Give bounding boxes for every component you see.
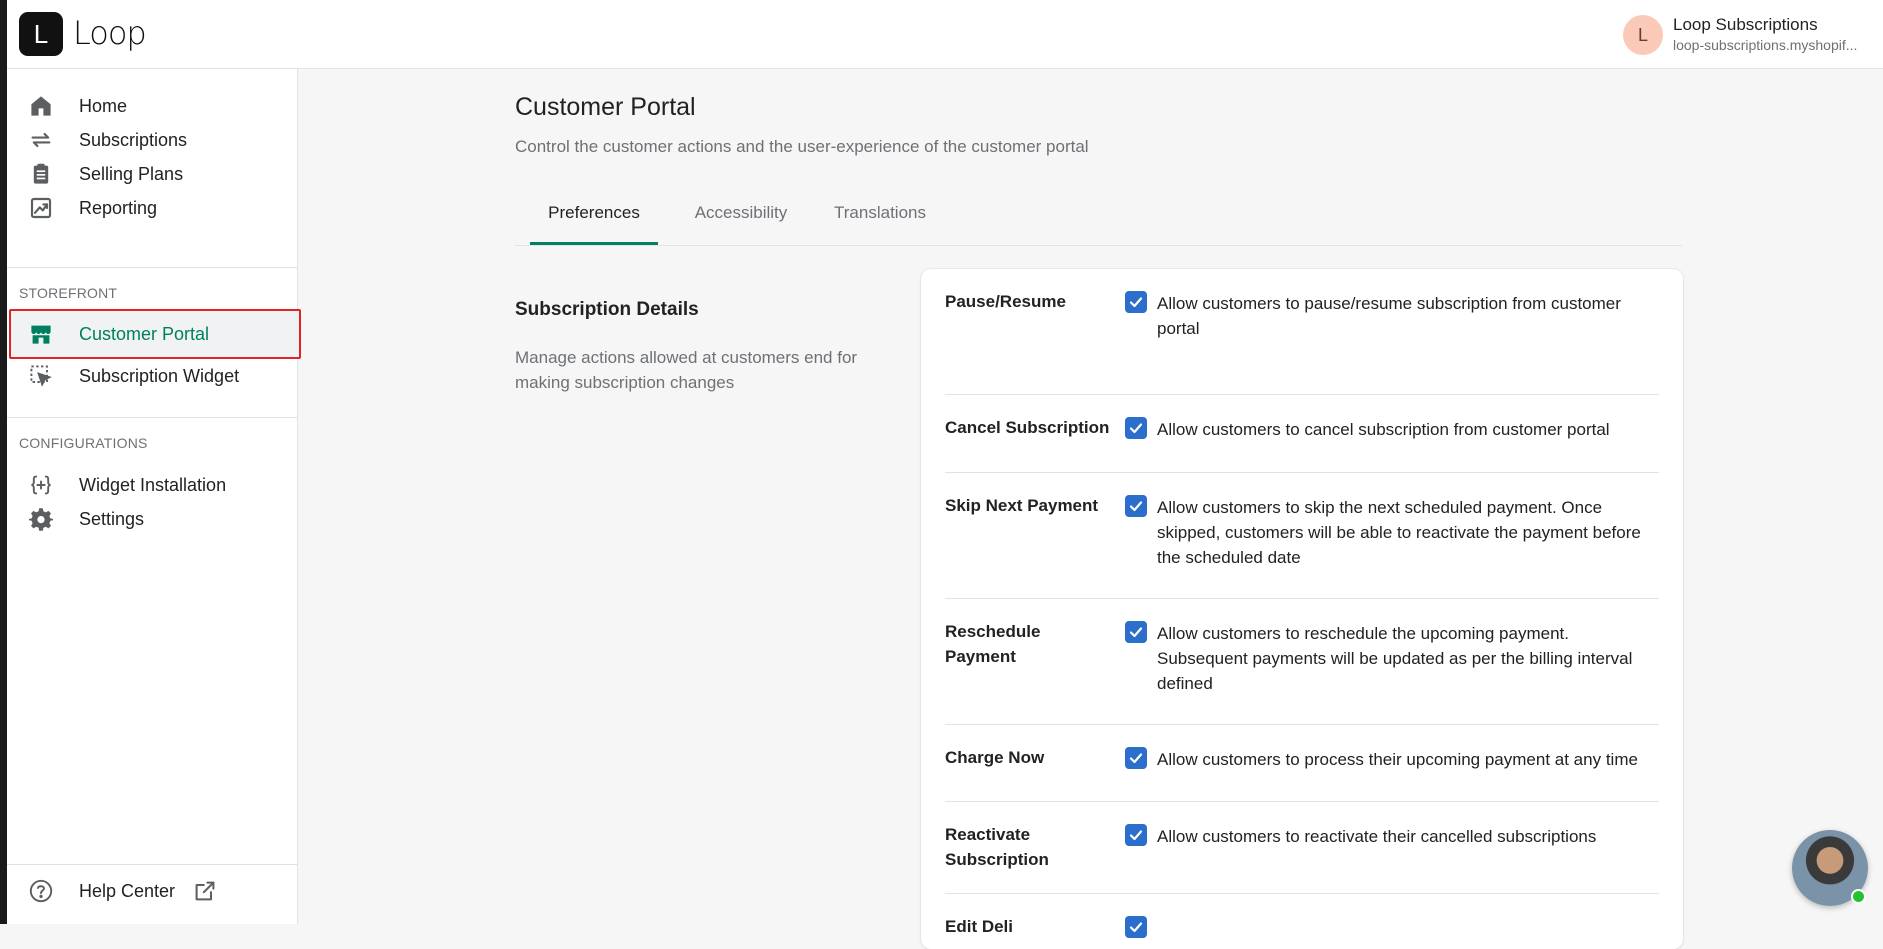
clipboard-icon — [27, 160, 55, 188]
widget-icon — [27, 362, 55, 390]
sidebar-divider — [7, 417, 297, 418]
reactivate-subscription-checkbox[interactable] — [1125, 824, 1147, 846]
logo-icon: L — [19, 12, 63, 56]
store-domain: loop-subscriptions.myshopif... — [1673, 37, 1858, 53]
sidebar-item-selling-plans[interactable]: Selling Plans — [11, 155, 297, 193]
reschedule-payment-checkbox[interactable] — [1125, 621, 1147, 643]
setting-description: Allow customers to reschedule the upcomi… — [1157, 624, 1633, 693]
tab-preferences[interactable]: Preferences — [530, 187, 658, 245]
setting-row-pause-resume: Pause/Resume Allow customers to pause/re… — [945, 269, 1659, 395]
setting-label: Charge Now — [945, 748, 1045, 767]
sidebar-item-home[interactable]: Home — [11, 87, 297, 125]
store-avatar: L — [1623, 15, 1663, 55]
tab-translations[interactable]: Translations — [825, 187, 935, 244]
section-description: Manage actions allowed at customers end … — [515, 348, 858, 392]
check-icon — [1129, 423, 1143, 434]
configurations-section-title: CONFIGURATIONS — [19, 435, 148, 451]
sidebar-item-subscription-widget[interactable]: Subscription Widget — [11, 357, 297, 395]
setting-description: Allow customers to skip the next schedul… — [1157, 498, 1641, 567]
sidebar-item-label: Home — [79, 95, 128, 116]
sidebar-item-customer-portal[interactable]: Customer Portal — [11, 315, 297, 353]
setting-description: Allow customers to process their upcomin… — [1157, 750, 1638, 769]
pause-resume-checkbox[interactable] — [1125, 291, 1147, 313]
top-bar: L Loop L Loop Subscriptions loop-subscri… — [7, 0, 1883, 69]
sidebar-item-help-center[interactable]: Help Center — [11, 872, 297, 910]
sidebar-item-label: Help Center — [79, 880, 176, 901]
setting-label: Reactivate Subscription — [945, 825, 1049, 869]
tab-bar: Preferences Accessibility Translations — [515, 187, 1682, 246]
check-icon — [1129, 501, 1143, 512]
setting-label: Edit Deli — [945, 917, 1014, 936]
setting-row-skip-next-payment: Skip Next Payment Allow customers to ski… — [945, 473, 1659, 599]
setting-label: Skip Next Payment — [945, 496, 1099, 515]
setting-row-reactivate-subscription: Reactivate Subscription Allow customers … — [945, 802, 1659, 894]
store-icon — [27, 320, 55, 348]
sidebar-item-label: Reporting — [79, 197, 158, 218]
setting-label: Pause/Resume — [945, 292, 1066, 311]
sidebar-divider — [7, 864, 297, 865]
window-edge — [0, 0, 7, 924]
store-name: Loop Subscriptions — [1673, 15, 1818, 34]
sidebar-item-settings[interactable]: Settings — [11, 500, 297, 538]
sidebar-item-label: Customer Portal — [79, 323, 210, 344]
online-status-dot — [1851, 889, 1866, 904]
sidebar-item-label: Widget Installation — [79, 474, 227, 495]
setting-label: Cancel Subscription — [945, 418, 1110, 437]
settings-card: Pause/Resume Allow customers to pause/re… — [921, 269, 1683, 949]
store-switcher[interactable]: L Loop Subscriptions loop-subscriptions.… — [1623, 13, 1873, 57]
chart-icon — [27, 194, 55, 222]
cancel-subscription-checkbox[interactable] — [1125, 417, 1147, 439]
setting-row-edit-delivery: Edit Deli — [945, 894, 1659, 949]
setting-row-charge-now: Charge Now Allow customers to process th… — [945, 725, 1659, 802]
page-title: Customer Portal — [515, 93, 696, 121]
skip-next-payment-checkbox[interactable] — [1125, 495, 1147, 517]
setting-row-reschedule-payment: Reschedule Payment Allow customers to re… — [945, 599, 1659, 725]
setting-description: Allow customers to cancel subscription f… — [1157, 420, 1610, 439]
setting-row-cancel-subscription: Cancel Subscription Allow customers to c… — [945, 395, 1659, 473]
code-icon — [27, 471, 55, 499]
edit-delivery-checkbox[interactable] — [1125, 916, 1147, 938]
repeat-icon — [27, 126, 55, 154]
setting-description: Allow customers to reactivate their canc… — [1157, 827, 1597, 846]
check-icon — [1129, 830, 1143, 841]
sidebar-item-subscriptions[interactable]: Subscriptions — [11, 121, 297, 159]
setting-description: Allow customers to pause/resume subscrip… — [1157, 294, 1621, 338]
sidebar-item-widget-installation[interactable]: Widget Installation — [11, 466, 297, 504]
section-heading: Subscription Details — [515, 299, 699, 320]
charge-now-checkbox[interactable] — [1125, 747, 1147, 769]
check-icon — [1129, 297, 1143, 308]
sidebar-item-label: Subscriptions — [79, 129, 188, 150]
check-icon — [1129, 627, 1143, 638]
sidebar: Home Subscriptions Selling Plans Reporti… — [7, 69, 301, 924]
check-icon — [1129, 753, 1143, 764]
sidebar-item-label: Subscription Widget — [79, 365, 240, 386]
sidebar-item-reporting[interactable]: Reporting — [11, 189, 297, 227]
check-icon — [1129, 922, 1143, 933]
sidebar-item-label: Settings — [79, 508, 145, 529]
tab-accessibility[interactable]: Accessibility — [681, 187, 801, 244]
sidebar-item-label: Selling Plans — [79, 163, 184, 184]
main-content: Customer Portal Control the customer act… — [298, 69, 1883, 949]
support-chat-avatar[interactable] — [1792, 830, 1868, 906]
page-subtitle: Control the customer actions and the use… — [515, 137, 1089, 156]
home-icon — [27, 92, 55, 120]
logo-wordmark: Loop — [73, 14, 147, 52]
setting-label: Reschedule Payment — [945, 622, 1041, 666]
external-link-icon — [191, 877, 219, 905]
question-icon — [27, 877, 55, 905]
gear-icon — [27, 505, 55, 533]
sidebar-divider — [7, 267, 297, 268]
storefront-section-title: STOREFRONT — [19, 285, 118, 301]
